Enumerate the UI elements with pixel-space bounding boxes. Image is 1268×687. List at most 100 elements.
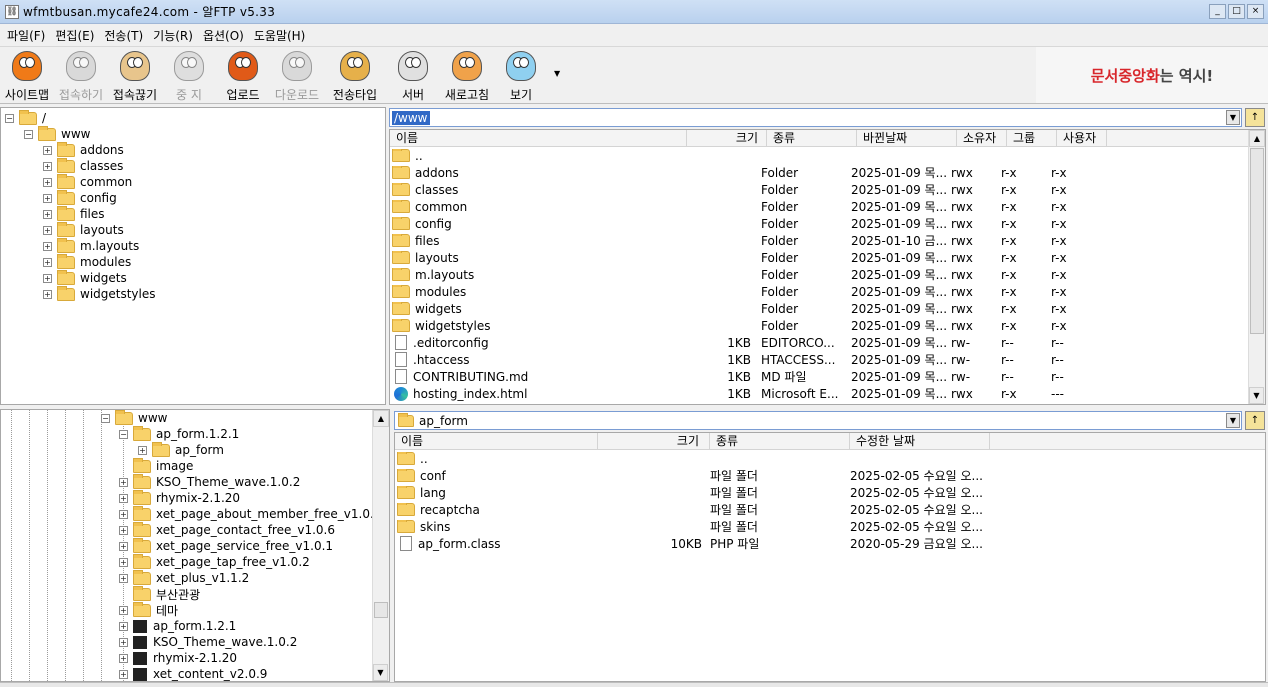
tree-item[interactable]: image — [1, 457, 389, 474]
tree-item[interactable]: + 테마 — [1, 601, 389, 618]
collapse-icon[interactable]: − — [101, 413, 110, 423]
file-row[interactable]: hosting_index.html 1KB Microsoft E... 2025-… — [390, 385, 1265, 402]
expand-icon[interactable]: + — [43, 257, 52, 267]
toolbar-button-8[interactable]: 새로고침 — [440, 47, 494, 103]
minimize-button[interactable]: _ — [1209, 4, 1226, 19]
expand-icon[interactable]: + — [43, 273, 52, 283]
expand-icon[interactable]: + — [43, 241, 52, 251]
col-user[interactable]: 사용자 — [1057, 130, 1107, 146]
file-row[interactable]: .. — [390, 147, 1265, 164]
toolbar-button-7[interactable]: 서버 — [386, 47, 440, 103]
toolbar-button-1[interactable]: 접속하기 — [54, 47, 108, 103]
col-date[interactable]: 바뀐날짜 — [857, 130, 957, 146]
expand-icon[interactable]: + — [43, 209, 52, 219]
tree-item[interactable]: − www — [1, 410, 389, 426]
col-owner[interactable]: 소유자 — [957, 130, 1007, 146]
file-row[interactable]: m.layouts Folder 2025-01-09 목... rwx r-x r-x — [390, 266, 1265, 283]
tree-item[interactable]: + classes — [1, 157, 385, 174]
tree-item[interactable]: + widgets — [1, 269, 385, 286]
file-row[interactable]: conf 파일 폴더 2025-02-05 수요일 오... — [395, 467, 1265, 484]
local-file-list[interactable]: 이름 크기 종류 수정한 날짜 .. conf 파일 폴더 2025-02-05 수요… — [394, 432, 1266, 682]
expand-icon[interactable]: + — [43, 161, 52, 171]
tree-item[interactable]: + ap_form — [1, 441, 389, 458]
toolbar-button-5[interactable]: 다운로드 — [270, 47, 324, 103]
tree-item[interactable]: + rhymix-2.1.20 — [1, 489, 389, 506]
scroll-up-icon[interactable]: ▲ — [373, 410, 389, 427]
col-name[interactable]: 이름 — [395, 433, 598, 449]
col-type[interactable]: 종류 — [767, 130, 857, 146]
file-row[interactable]: CONTRIBUTING.md 1KB MD 파일 2025-01-09 목... rw… — [390, 368, 1265, 385]
tree-www[interactable]: − www — [1, 125, 385, 142]
scroll-up-icon[interactable]: ▲ — [1249, 130, 1265, 147]
tree-item[interactable]: + rhymix-2.1.20 — [1, 650, 389, 666]
local-tree-scrollbar[interactable]: ▲ ▼ — [372, 410, 389, 681]
expand-icon[interactable]: + — [119, 653, 128, 663]
expand-icon[interactable]: + — [119, 509, 128, 519]
toolbar-button-0[interactable]: 사이트맵 — [0, 47, 54, 103]
tree-item[interactable]: + config — [1, 189, 385, 206]
col-date[interactable]: 수정한 날짜 — [850, 433, 990, 449]
expand-icon[interactable]: + — [43, 193, 52, 203]
expand-icon[interactable]: + — [119, 477, 128, 487]
expand-icon[interactable]: + — [119, 669, 128, 679]
file-row[interactable]: modules Folder 2025-01-09 목... rwx r-x r-x — [390, 283, 1265, 300]
menu-help[interactable]: 도움말(H) — [249, 27, 311, 44]
expand-icon[interactable]: + — [43, 145, 52, 155]
expand-icon[interactable]: + — [119, 493, 128, 503]
parent-folder-button[interactable]: ↑ — [1245, 411, 1265, 430]
scroll-down-icon[interactable]: ▼ — [373, 664, 388, 681]
file-row[interactable]: lang 파일 폴더 2025-02-05 수요일 오... — [395, 484, 1265, 501]
tree-root[interactable]: − / — [1, 109, 385, 126]
scroll-down-icon[interactable]: ▼ — [1249, 387, 1264, 404]
close-button[interactable]: × — [1247, 4, 1264, 19]
scroll-thumb[interactable] — [1250, 148, 1264, 334]
remote-file-list[interactable]: 이름 크기 종류 바뀐날짜 소유자 그룹 사용자 .. addons Folder 2… — [389, 129, 1266, 405]
chevron-down-icon[interactable]: ▼ — [1226, 110, 1240, 125]
file-row[interactable]: layouts Folder 2025-01-09 목... rwx r-x r-x — [390, 249, 1265, 266]
tree-item[interactable]: + layouts — [1, 221, 385, 238]
tree-item[interactable]: + modules — [1, 253, 385, 270]
expand-icon[interactable]: + — [119, 557, 128, 567]
expand-icon[interactable]: + — [43, 289, 52, 299]
tree-item[interactable]: + xet_content_v2.0.9 — [1, 666, 389, 681]
tree-item[interactable]: + xet_page_tap_free_v1.0.2 — [1, 553, 389, 570]
expand-icon[interactable]: + — [43, 177, 52, 187]
local-path-input[interactable]: ap_form ▼ — [394, 411, 1242, 430]
maximize-button[interactable]: □ — [1228, 4, 1245, 19]
tree-item[interactable]: − ap_form.1.2.1 — [1, 425, 389, 442]
tree-item[interactable]: + addons — [1, 141, 385, 158]
tree-item[interactable]: + xet_page_contact_free_v1.0.6 — [1, 521, 389, 538]
ad-banner[interactable]: 문서중앙화 는 역시! — [1036, 47, 1268, 103]
tree-item[interactable]: + widgetstyles — [1, 285, 385, 302]
expand-icon[interactable]: + — [119, 525, 128, 535]
tree-item[interactable]: + xet_page_service_free_v1.0.1 — [1, 537, 389, 554]
parent-folder-button[interactable]: ↑ — [1245, 108, 1265, 127]
collapse-icon[interactable]: − — [119, 429, 128, 439]
file-row[interactable]: addons Folder 2025-01-09 목... rwx r-x r-x — [390, 164, 1265, 181]
expand-icon[interactable]: + — [119, 541, 128, 551]
tree-item[interactable]: + m.layouts — [1, 237, 385, 254]
col-size[interactable]: 크기 — [598, 433, 710, 449]
expand-icon[interactable]: + — [43, 225, 52, 235]
file-row[interactable]: ap_form.class 10KB PHP 파일 2020-05-29 금요일 오.… — [395, 535, 1265, 552]
tree-item[interactable]: + KSO_Theme_wave.1.0.2 — [1, 473, 389, 490]
col-type[interactable]: 종류 — [710, 433, 850, 449]
col-name[interactable]: 이름 — [390, 130, 687, 146]
file-row[interactable]: common Folder 2025-01-09 목... rwx r-x r-x — [390, 198, 1265, 215]
menu-transfer[interactable]: 전송(T) — [99, 27, 148, 44]
scroll-thumb[interactable] — [374, 602, 388, 618]
menu-file[interactable]: 파일(F) — [2, 27, 50, 44]
toolbar-button-6[interactable]: 전송타입 — [324, 47, 386, 103]
file-row[interactable]: classes Folder 2025-01-09 목... rwx r-x r-x — [390, 181, 1265, 198]
expand-icon[interactable]: + — [119, 573, 128, 583]
menu-edit[interactable]: 편집(E) — [50, 27, 99, 44]
tree-item[interactable]: + xet_page_about_member_free_v1.0.5 — [1, 505, 389, 522]
file-row[interactable]: .. — [395, 450, 1265, 467]
tree-item[interactable]: + ap_form.1.2.1 — [1, 618, 389, 634]
expand-icon[interactable]: + — [119, 637, 128, 647]
menu-options[interactable]: 옵션(O) — [198, 27, 249, 44]
file-row[interactable]: files Folder 2025-01-10 금... rwx r-x r-x — [390, 232, 1265, 249]
remote-folder-tree[interactable]: − / − www + addons + classes + common + config + fi… — [0, 107, 386, 405]
toolbar-button-3[interactable]: 중 지 — [162, 47, 216, 103]
remote-scrollbar[interactable]: ▲ ▼ — [1248, 130, 1265, 404]
